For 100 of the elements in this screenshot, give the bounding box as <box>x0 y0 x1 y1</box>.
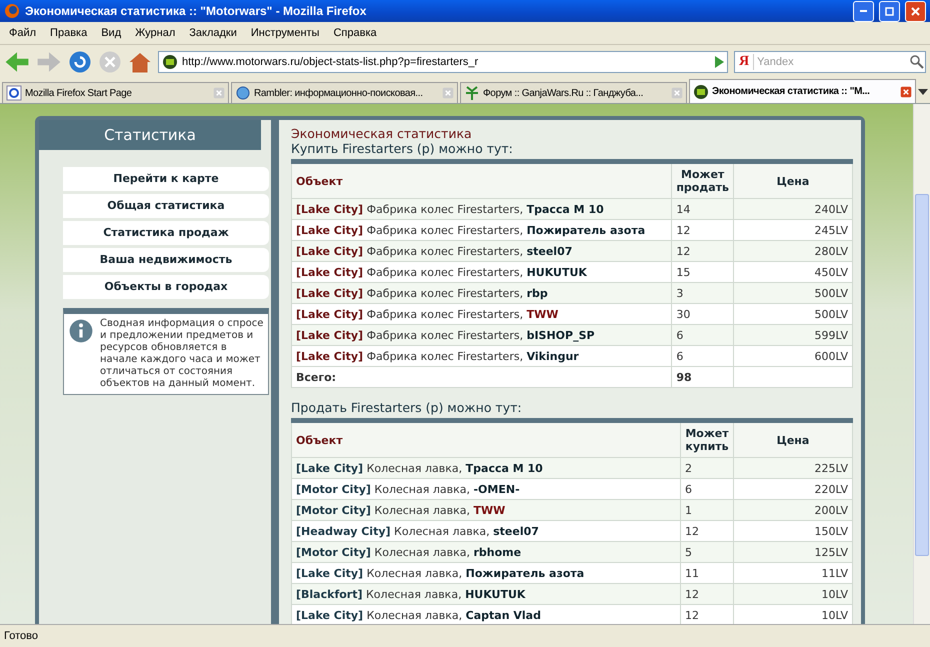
menu-item[interactable]: Закладки <box>182 27 244 39</box>
count-cell: 5 <box>680 542 734 562</box>
count-cell: 11 <box>680 562 734 584</box>
object-cell: [Motor City] Колесная лавка, rbhome <box>292 542 680 562</box>
total-label: Всего: <box>292 366 672 388</box>
count-cell: 12 <box>680 584 734 604</box>
page-heading: Экономическая статистика <box>291 126 473 141</box>
object-cell: [Lake City] Колесная лавка, Captan Vlad <box>292 604 680 624</box>
price-cell: 220LV <box>734 478 852 500</box>
info-text: Сводная информация о спросе и предложении предметов и ресурсов обновляется в начале каждого часа и может отличаться от состояния объектов на данный момент. <box>100 318 264 390</box>
object-cell: [Lake City] Фабрика колес Firestarters, HUKUTUK <box>292 262 672 282</box>
minimize-icon <box>860 10 867 12</box>
price-cell: 150LV <box>734 520 852 542</box>
object-cell: [Motor City] Колесная лавка, TWW <box>292 500 680 520</box>
menu-item[interactable]: Вид <box>94 27 128 39</box>
letter-g-icon <box>6 85 22 101</box>
browser-tab[interactable]: Форум :: GanjaWars.Ru :: Ганджуба... <box>460 82 687 103</box>
minimize-button[interactable] <box>853 0 874 22</box>
price-cell: 245LV <box>734 220 852 240</box>
column-header: Цена <box>734 162 852 198</box>
site-logo-icon <box>693 84 709 100</box>
column-header: Объект <box>292 420 680 458</box>
search-icon <box>909 54 925 70</box>
sidebar-link[interactable]: Ваша недвижимость <box>63 248 269 272</box>
menu-item[interactable]: Правка <box>43 27 94 39</box>
browser-tab[interactable]: Rambler: информационно-поисковая... <box>231 82 458 103</box>
object-cell: [Lake City] Фабрика колес Firestarters, Vikingur <box>292 346 672 366</box>
sidebar-link[interactable]: Общая статистика <box>63 194 269 218</box>
globe-icon <box>235 85 251 101</box>
section-title: Продать Firestarters (р) можно тут: <box>291 400 523 415</box>
section-title: Купить Firestarters (р) можно тут: <box>291 141 514 156</box>
count-cell: 6 <box>672 324 734 346</box>
count-cell: 14 <box>672 198 734 220</box>
object-cell: [Blackfort] Колесная лавка, HUKUTUK <box>292 584 680 604</box>
object-cell: [Lake City] Колесная лавка, Трасса М 10 <box>292 458 680 478</box>
total-cell: 98 <box>672 366 734 388</box>
status-text: Готово <box>0 624 930 647</box>
stop-icon <box>98 50 122 74</box>
column-header: Может продать <box>672 162 734 198</box>
count-cell: 30 <box>672 304 734 324</box>
price-cell: 500LV <box>734 304 852 324</box>
browser-tab[interactable]: Экономическая статистика :: "M... <box>689 79 916 103</box>
price-cell: 225LV <box>734 458 852 478</box>
close-icon <box>213 87 225 99</box>
close-icon <box>671 87 683 99</box>
object-cell: [Lake City] Фабрика колес Firestarters, steel07 <box>292 240 672 262</box>
price-cell: 240LV <box>734 198 852 220</box>
price-cell: 10LV <box>734 604 852 624</box>
object-cell: [Lake City] Фабрика колес Firestarters, TWW <box>292 304 672 324</box>
object-cell: [Motor City] Колесная лавка, -OMEN- <box>292 478 680 500</box>
column-header: Объект <box>292 162 672 198</box>
price-cell: 599LV <box>734 324 852 346</box>
object-cell: [Lake City] Фабрика колес Firestarters, Пожиратель азота <box>292 220 672 240</box>
object-cell: [Lake City] Фабрика колес Firestarters, bISHOP_SP <box>292 324 672 346</box>
sidebar-link[interactable]: Перейти к карте <box>63 167 269 191</box>
count-cell: 3 <box>672 282 734 304</box>
object-cell: [Lake City] Фабрика колес Firestarters, Трасса М 10 <box>292 198 672 220</box>
price-cell: 125LV <box>734 542 852 562</box>
sidebar-title: Статистика <box>39 120 261 150</box>
close-icon <box>900 86 912 98</box>
column-header: Может купить <box>680 420 734 458</box>
firefox-logo-icon <box>4 3 20 19</box>
site-logo-icon <box>162 54 178 70</box>
browser-tab[interactable]: Mozilla Firefox Start Page <box>2 82 229 103</box>
sidebar-link[interactable]: Объекты в городах <box>63 275 269 299</box>
scrollbar[interactable] <box>913 104 930 624</box>
price-cell: 10LV <box>734 584 852 604</box>
count-cell: 12 <box>680 604 734 624</box>
object-cell: [Lake City] Фабрика колес Firestarters, rbp <box>292 282 672 304</box>
price-cell: 280LV <box>734 240 852 262</box>
count-cell: 2 <box>680 458 734 478</box>
close-icon <box>911 6 920 16</box>
price-cell: 500LV <box>734 282 852 304</box>
menu-item[interactable]: Справка <box>326 27 384 39</box>
info-icon <box>68 318 94 344</box>
menu-item[interactable]: Файл <box>2 27 44 39</box>
search-box[interactable]: Я Yandex <box>734 51 926 73</box>
sidebar-link[interactable]: Статистика продаж <box>63 221 269 245</box>
maximize-button[interactable] <box>879 0 900 22</box>
address-field[interactable]: http://www.motorwars.ru/object-stats-list.php?p=firestarters_r <box>158 51 728 73</box>
object-cell: [Lake City] Колесная лавка, Пожиратель азота <box>292 562 680 584</box>
home-icon <box>128 50 152 74</box>
window-title: Экономическая статистика :: "Motorwars" - Mozilla Firefox <box>25 4 368 18</box>
close-button[interactable] <box>905 0 926 22</box>
price-cell: 600LV <box>734 346 852 366</box>
menu-item[interactable]: Журнал <box>128 27 182 39</box>
price-cell: 450LV <box>734 262 852 282</box>
column-header: Цена <box>734 420 852 458</box>
count-cell: 12 <box>680 520 734 542</box>
maximize-icon <box>885 6 894 16</box>
count-cell: 12 <box>672 220 734 240</box>
count-cell: 12 <box>672 240 734 262</box>
count-cell: 6 <box>680 478 734 500</box>
menu-item[interactable]: Инструменты <box>244 27 326 39</box>
count-cell: 1 <box>680 500 734 520</box>
close-icon <box>442 87 454 99</box>
price-cell: 200LV <box>734 500 852 520</box>
dropdown-icon[interactable] <box>918 89 928 95</box>
leaf-icon <box>464 85 480 101</box>
reload-icon <box>68 50 92 74</box>
